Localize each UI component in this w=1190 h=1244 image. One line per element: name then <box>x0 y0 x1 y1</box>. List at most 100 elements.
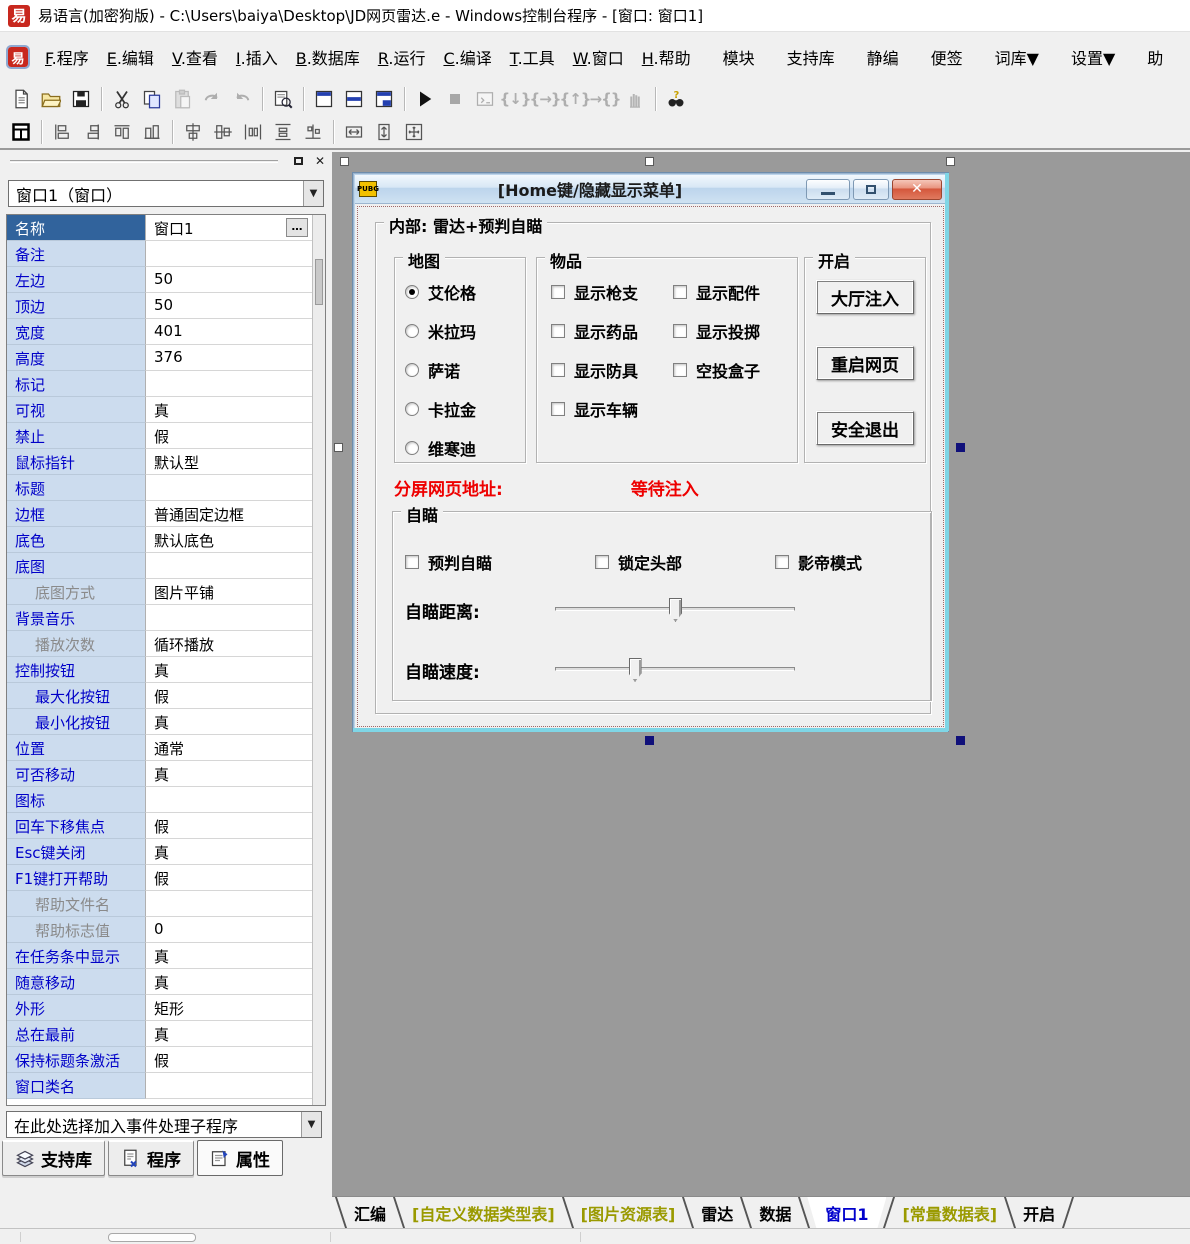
checkbox-空投盒子[interactable]: 空投盒子 <box>673 358 795 382</box>
menu-item-窗口[interactable]: W.窗口 <box>564 39 633 75</box>
resize-handle-right-middle[interactable] <box>956 443 965 452</box>
center-vertical-icon[interactable] <box>208 118 238 146</box>
property-value[interactable] <box>145 553 312 579</box>
checkbox-显示车辆[interactable]: 显示车辆 <box>551 397 673 421</box>
same-size-icon[interactable] <box>399 118 429 146</box>
checkbox-锁定头部[interactable]: 锁定头部 <box>595 550 682 574</box>
form-client-area[interactable]: 内部: 雷达+预判自瞄 地图 艾伦格米拉玛萨诺卡拉金维寒迪 物品 显示枪支显示配… <box>355 204 946 729</box>
property-value[interactable]: 普通固定边框 <box>145 501 312 527</box>
property-value[interactable]: 真 <box>145 969 312 995</box>
menu-item-编译[interactable]: C.编译 <box>434 39 500 75</box>
cut-icon[interactable] <box>107 85 137 113</box>
workspace-tab-汇编[interactable]: 汇编 <box>344 1197 396 1228</box>
radio-艾伦格[interactable]: 艾伦格 <box>405 280 476 304</box>
property-grid-scrollbar[interactable] <box>312 215 325 1105</box>
radio-卡拉金[interactable]: 卡拉金 <box>405 397 476 421</box>
ellipsis-button[interactable]: … <box>286 218 308 237</box>
menu-item-工具[interactable]: T.工具 <box>501 39 564 75</box>
property-value[interactable]: 真 <box>145 709 312 735</box>
property-value[interactable]: 真 <box>145 839 312 865</box>
property-value[interactable]: 真 <box>145 657 312 683</box>
space-evenly-down-icon[interactable] <box>268 118 298 146</box>
snap-to-grid-icon[interactable] <box>298 118 328 146</box>
property-value[interactable]: 默认底色 <box>145 527 312 553</box>
menu-item-运行[interactable]: R.运行 <box>369 39 435 75</box>
property-value[interactable]: 假 <box>145 1047 312 1073</box>
menu-item-模块[interactable]: 模块 <box>714 39 764 75</box>
property-value[interactable]: 50 <box>145 267 312 293</box>
checkbox-显示药品[interactable]: 显示药品 <box>551 319 673 343</box>
property-value[interactable] <box>145 605 312 631</box>
form-titlebar[interactable]: PUBG [Home键/隐藏显示菜单] ✕ <box>355 175 946 204</box>
space-evenly-across-icon[interactable] <box>238 118 268 146</box>
same-height-icon[interactable] <box>369 118 399 146</box>
property-value[interactable]: 假 <box>145 865 312 891</box>
same-width-icon[interactable] <box>339 118 369 146</box>
workspace-tab-数据[interactable]: 数据 <box>749 1197 801 1228</box>
property-value[interactable]: 50 <box>145 293 312 319</box>
form-close-button[interactable]: ✕ <box>892 179 942 200</box>
group-internal[interactable]: 内部: 雷达+预判自瞄 地图 艾伦格米拉玛萨诺卡拉金维寒迪 物品 显示枪支显示配… <box>375 222 931 714</box>
property-value[interactable]: 真 <box>145 943 312 969</box>
property-value[interactable] <box>145 475 312 501</box>
radio-维寒迪[interactable]: 维寒迪 <box>405 436 476 460</box>
workspace-tab-雷达[interactable]: 雷达 <box>691 1197 743 1228</box>
align-left-edges-icon[interactable] <box>47 118 77 146</box>
copy-icon[interactable] <box>137 85 167 113</box>
open-file-icon[interactable] <box>36 85 66 113</box>
checkbox-显示防具[interactable]: 显示防具 <box>551 358 673 382</box>
menu-item-静编[interactable]: 静编 <box>858 39 908 75</box>
property-value[interactable] <box>145 241 312 267</box>
workspace-tab-[自定义数据类型表][interactable]: [自定义数据类型表] <box>402 1197 565 1228</box>
form-designer-workspace[interactable]: PUBG [Home键/隐藏显示菜单] ✕ 内部: 雷达+预判自瞄 地图 艾伦格… <box>332 152 1190 1196</box>
chevron-down-icon[interactable]: ▼ <box>303 181 323 206</box>
checkbox-影帝模式[interactable]: 影帝模式 <box>775 550 862 574</box>
new-file-icon[interactable] <box>6 85 36 113</box>
menu-item-数据库[interactable]: B.数据库 <box>287 39 369 75</box>
object-selector[interactable]: 窗口1（窗口） ▼ <box>8 180 324 207</box>
panel-tab-属性[interactable]: 属性 <box>197 1140 283 1176</box>
property-value[interactable]: 376 <box>145 345 312 371</box>
panel-close-icon[interactable]: ✕ <box>312 154 328 168</box>
menu-item-设置▼[interactable]: 设置▼ <box>1062 39 1124 75</box>
form-restore-button[interactable] <box>853 179 889 200</box>
menu-item-程序[interactable]: F.程序 <box>36 39 98 75</box>
slider-thumb[interactable] <box>629 658 642 682</box>
form-grid-icon[interactable] <box>6 118 36 146</box>
checkbox-显示配件[interactable]: 显示配件 <box>673 280 795 304</box>
resize-handle-bottom-right[interactable] <box>956 736 965 745</box>
workspace-tab-[常量数据表][interactable]: [常量数据表] <box>892 1197 1007 1228</box>
slider-track[interactable] <box>555 607 795 611</box>
slider-thumb[interactable] <box>669 598 682 622</box>
layout-mixed-icon[interactable] <box>369 85 399 113</box>
checkbox-预判自瞄[interactable]: 预判自瞄 <box>405 550 492 574</box>
group-items[interactable]: 物品 显示枪支显示配件显示药品显示投掷显示防具空投盒子显示车辆 <box>536 257 798 463</box>
menu-item-编辑[interactable]: E.编辑 <box>98 39 163 75</box>
horizontal-scrollbar-thumb[interactable] <box>108 1233 196 1242</box>
slider-track[interactable] <box>555 667 795 671</box>
property-value[interactable]: 循环播放 <box>145 631 312 657</box>
property-value[interactable] <box>145 371 312 397</box>
center-horizontal-icon[interactable] <box>178 118 208 146</box>
menu-item-支持库[interactable]: 支持库 <box>778 39 844 75</box>
menu-item-帮助[interactable]: H.帮助 <box>633 39 700 75</box>
property-value[interactable]: 假 <box>145 683 312 709</box>
panel-tab-支持库[interactable]: 支持库 <box>2 1140 105 1176</box>
menu-item-词库▼[interactable]: 词库▼ <box>986 39 1048 75</box>
align-top-edges-icon[interactable] <box>107 118 137 146</box>
panel-tab-程序[interactable]: 程序 <box>108 1140 194 1176</box>
property-value[interactable]: 真 <box>145 761 312 787</box>
resize-handle-bottom-center[interactable] <box>645 736 654 745</box>
property-value[interactable] <box>145 891 312 917</box>
resize-handle-top-center[interactable] <box>645 157 654 166</box>
view-form-icon[interactable] <box>268 85 298 113</box>
layout-split-icon[interactable] <box>339 85 369 113</box>
layout-title-icon[interactable] <box>309 85 339 113</box>
property-value[interactable]: 矩形 <box>145 995 312 1021</box>
chevron-down-icon[interactable]: ▼ <box>301 1112 321 1137</box>
button-大厅注入[interactable]: 大厅注入 <box>816 280 914 314</box>
designed-form-window[interactable]: PUBG [Home键/隐藏显示菜单] ✕ 内部: 雷达+预判自瞄 地图 艾伦格… <box>352 172 949 732</box>
find-icon[interactable]: ? <box>661 85 691 113</box>
run-icon[interactable] <box>410 85 440 113</box>
group-launch[interactable]: 开启 大厅注入重启网页安全退出 <box>804 257 926 463</box>
